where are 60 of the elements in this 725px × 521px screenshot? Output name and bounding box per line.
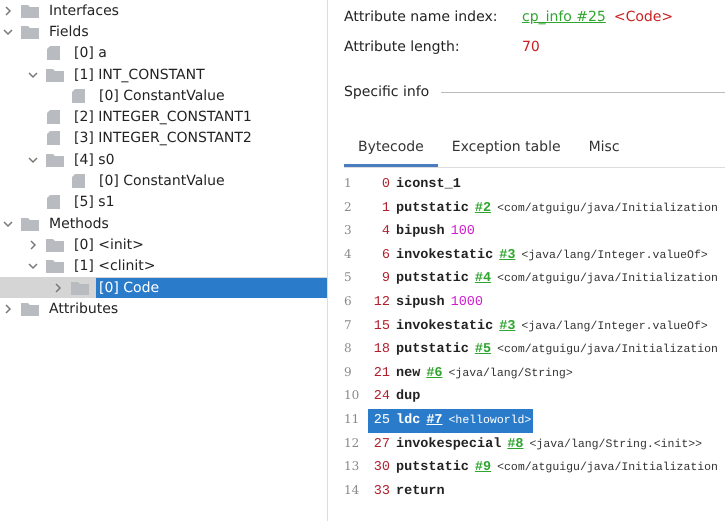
tree-item[interactable]: Interfaces [46,0,122,21]
line-number: 13 [344,458,360,476]
field-label: Attribute length: [344,38,461,56]
tab[interactable]: Exception table [438,133,575,167]
bytecode-instruction[interactable]: 12 sipush 1000 [368,290,486,315]
field-label: Attribute name index: [344,8,498,26]
tree-item[interactable]: [5] s1 [71,192,118,212]
bytecode-instruction[interactable]: 30 putstatic #9 <com/atguigu/java/Initialization [368,456,720,480]
section-title: Specific info [344,83,430,102]
tree-item[interactable]: [4] s0 [71,150,118,170]
bytecode-instruction[interactable]: 24 dup [368,385,422,409]
bytecode-instruction[interactable]: 1 putstatic #2 <com/atguigu/java/Initialization [368,196,720,220]
bytecode-instruction[interactable]: 33 return [368,480,447,502]
tree-item[interactable]: [2] INTEGER_CONSTANT1 [71,107,255,128]
tree-item[interactable]: [0] a [71,43,110,64]
line-number: 12 [344,434,360,452]
line-number: 14 [344,482,360,499]
bytecode-instruction[interactable]: 9 putstatic #4 <com/atguigu/java/Initialization [368,267,720,291]
tree-item[interactable]: [0] Code [96,278,327,298]
field-value: <Code> [614,8,674,26]
tree-item[interactable]: [0] <init> [71,234,147,255]
tree-item[interactable]: [0] ConstantValue [96,86,228,106]
folder-icon [20,24,40,40]
tree-item[interactable]: [0] ConstantValue [96,171,228,192]
bytecode-instruction[interactable]: 27 invokespecial #8 <java/lang/String.<init>> [368,432,704,456]
tree-item[interactable]: [1] INT_CONSTANT [71,64,208,85]
line-number: 3 [344,222,353,240]
bytecode-instruction[interactable]: 6 invokestatic #3 <java/lang/Integer.valueOf> [368,244,710,268]
line-number: 4 [344,246,353,263]
tree-item[interactable]: [1] <clinit> [71,256,158,276]
folder-icon [20,216,40,232]
bytecode-instruction[interactable]: 25 ldc #7 <helloworld> [368,408,534,433]
bytecode-instruction[interactable]: 15 invokestatic #3 <java/lang/Integer.valueOf> [368,314,710,338]
line-number: 2 [344,198,353,216]
line-number: 1 [344,175,353,192]
line-number: 8 [344,340,353,358]
tree-item[interactable]: [3] INTEGER_CONSTANT2 [71,128,255,148]
folder-icon [45,258,65,274]
folder-icon [70,280,90,296]
folder-icon [45,66,65,83]
tab[interactable]: Bytecode [344,133,438,167]
bytecode-instruction[interactable]: 0 iconst_1 [368,173,463,197]
line-number: 11 [344,410,360,428]
folder-icon [20,300,40,317]
tree-item[interactable]: Fields [46,22,92,42]
bytecode-instruction[interactable]: 4 bipush 100 [368,220,477,244]
line-number: 5 [344,269,353,286]
line-number: 7 [344,316,353,334]
line-number: 10 [344,387,360,404]
field-value: 70 [522,38,540,56]
folder-icon [45,152,65,168]
bytecode-instruction[interactable]: 21 new #6 <java/lang/String> [368,362,575,386]
bytecode-instruction[interactable]: 18 putstatic #5 <com/atguigu/java/Initialization [368,338,720,362]
folder-icon [20,2,40,19]
tab[interactable]: Misc [574,133,634,167]
tree-item[interactable]: Methods [46,214,112,234]
folder-icon [45,236,65,253]
line-number: 6 [344,292,353,310]
line-number: 9 [344,364,353,381]
tree-item[interactable]: Attributes [46,298,122,319]
